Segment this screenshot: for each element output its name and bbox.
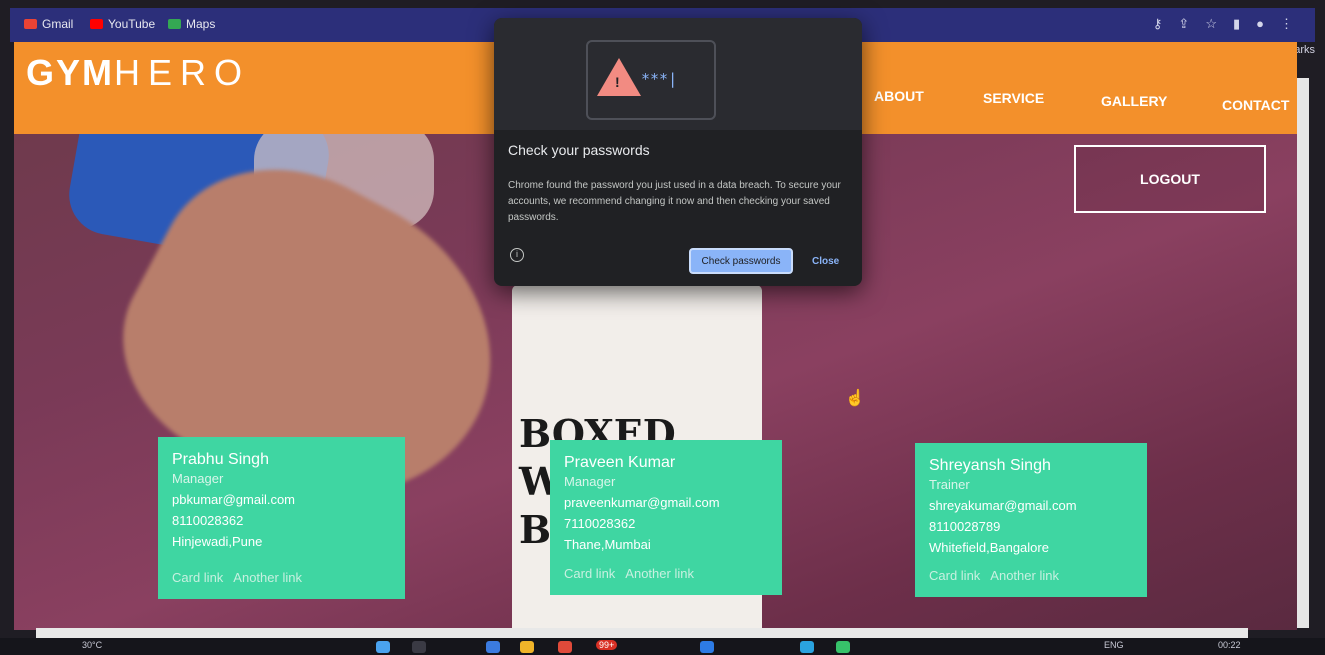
staff-card: Prabhu Singh Manager pbkumar@gmail.com 8… — [158, 437, 405, 599]
another-link[interactable]: Another link — [233, 570, 302, 585]
site-logo[interactable]: GYMHERO — [26, 52, 250, 94]
taskbar: 30°C 99+ ENG 00:22 — [0, 638, 1325, 655]
star-icon[interactable]: ☆ — [1205, 16, 1217, 32]
gmail-icon — [24, 19, 37, 29]
hand-cursor-icon: ☝ — [845, 390, 865, 407]
popup-title: Check your passwords — [508, 142, 650, 158]
search-icon[interactable] — [412, 641, 426, 653]
folder-icon[interactable] — [520, 641, 534, 653]
logout-button[interactable]: LOGOUT — [1074, 145, 1266, 213]
info-icon[interactable]: i — [510, 248, 524, 262]
horizontal-scrollbar[interactable] — [36, 628, 1248, 638]
logo-thin: HERO — [114, 52, 251, 93]
share-icon[interactable]: ⇪ — [1178, 16, 1189, 32]
card-address: Whitefield,Bangalore — [929, 540, 1049, 555]
staff-card: Shreyansh Singh Trainer shreyakumar@gmai… — [915, 443, 1147, 597]
key-icon[interactable]: ⚷ — [1153, 16, 1163, 32]
bookmark-maps[interactable]: Maps — [168, 17, 215, 31]
card-address: Thane,Mumbai — [564, 537, 651, 552]
clock-time[interactable]: 00:22 — [1218, 640, 1241, 650]
card-role: Manager — [172, 471, 224, 486]
nav-about[interactable]: ABOUT — [874, 88, 924, 104]
another-link[interactable]: Another link — [990, 568, 1059, 583]
card-role: Manager — [564, 474, 616, 489]
start-icon[interactable] — [376, 641, 390, 653]
weather-text[interactable]: 30°C — [82, 640, 102, 650]
edge-icon[interactable] — [486, 641, 500, 653]
avatar[interactable]: ● — [1256, 16, 1264, 32]
chrome-icon[interactable] — [558, 641, 572, 653]
card-name: Praveen Kumar — [564, 454, 676, 471]
check-passwords-button[interactable]: Check passwords — [689, 248, 793, 274]
sidepanel-icon[interactable]: ▮ — [1233, 16, 1240, 32]
card-phone: 8110028789 — [929, 519, 1001, 534]
popup-body: Chrome found the password you just used … — [508, 180, 841, 223]
card-phone: 7110028362 — [564, 516, 636, 531]
browser-toolbar-icons: ⚷ ⇪ ☆ ▮ ● ⋮ — [1153, 16, 1293, 32]
language-indicator[interactable]: ENG — [1104, 640, 1124, 650]
bookmark-label: Maps — [186, 17, 216, 31]
more-icon[interactable]: ⋮ — [1280, 16, 1293, 32]
popup-illustration: ! ***| — [494, 18, 862, 130]
notification-badge: 99+ — [596, 640, 618, 650]
close-button[interactable]: Close — [812, 256, 839, 267]
bookmark-gmail[interactable]: Gmail — [24, 17, 73, 31]
another-link[interactable]: Another link — [625, 566, 694, 581]
card-link[interactable]: Card link — [929, 568, 980, 583]
bookmark-label: Gmail — [42, 17, 74, 31]
card-email: praveenkumar@gmail.com — [564, 495, 720, 510]
card-name: Prabhu Singh — [172, 451, 269, 468]
maps-icon — [168, 19, 181, 29]
password-check-popup: ! ***| Check your passwords Chrome found… — [494, 18, 862, 286]
nav-gallery[interactable]: GALLERY — [1101, 93, 1167, 109]
vertical-scrollbar[interactable] — [1297, 78, 1309, 628]
card-phone: 8110028362 — [172, 513, 244, 528]
warning-mark: ! — [615, 74, 620, 90]
bookmark-label: YouTube — [108, 17, 156, 31]
card-email: pbkumar@gmail.com — [172, 492, 296, 507]
app-icon[interactable] — [836, 641, 850, 653]
card-link[interactable]: Card link — [172, 570, 223, 585]
card-link[interactable]: Card link — [564, 566, 615, 581]
vscode-icon[interactable] — [700, 641, 714, 653]
staff-card: Praveen Kumar Manager praveenkumar@gmail… — [550, 440, 782, 595]
telegram-icon[interactable] — [800, 641, 814, 653]
nav-service[interactable]: SERVICE — [983, 90, 1044, 106]
card-role: Trainer — [929, 477, 970, 492]
masked-password: ***| — [641, 70, 678, 88]
card-name: Shreyansh Singh — [929, 457, 1051, 474]
screen: Gmail YouTube Maps ⚷ ⇪ ☆ ▮ ● ⋮ Other boo… — [0, 0, 1325, 655]
nav-contact[interactable]: CONTACT — [1222, 97, 1289, 113]
card-email: shreyakumar@gmail.com — [929, 498, 1077, 513]
logo-bold: GYM — [26, 52, 115, 93]
card-address: Hinjewadi,Pune — [172, 534, 263, 549]
bookmark-youtube[interactable]: YouTube — [90, 17, 155, 31]
youtube-icon — [90, 19, 103, 29]
